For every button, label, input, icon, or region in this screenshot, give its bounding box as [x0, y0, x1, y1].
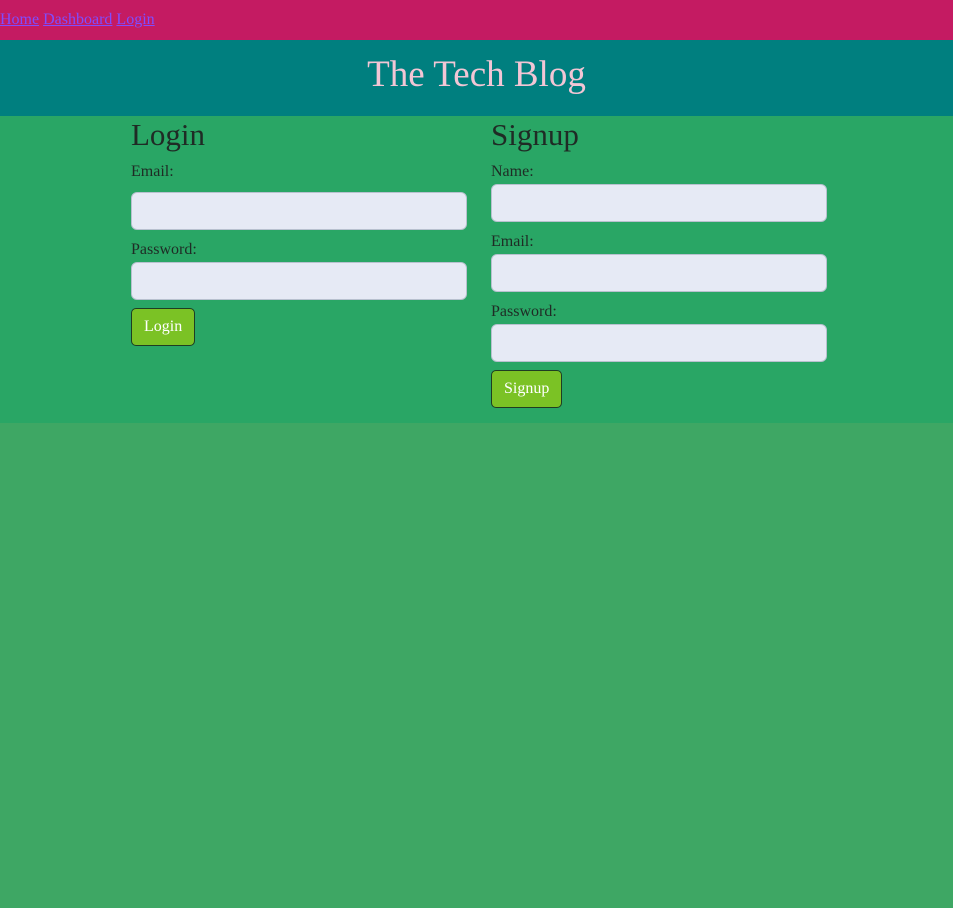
- nav-link-home[interactable]: Home: [0, 11, 39, 28]
- site-header: The Tech Blog: [0, 40, 953, 116]
- login-email-input[interactable]: [131, 192, 467, 230]
- signup-form-title: Signup: [491, 117, 579, 152]
- site-title: The Tech Blog: [367, 54, 586, 95]
- nav-link-login[interactable]: Login: [116, 11, 154, 28]
- top-nav: Home Dashboard Login: [0, 0, 953, 40]
- auth-section: Login Email: Password: Login Signup Name…: [0, 116, 953, 423]
- signup-name-label: Name:: [491, 163, 534, 180]
- login-password-label: Password:: [131, 241, 197, 258]
- login-form: Login Email: Password: Login: [131, 116, 467, 346]
- signup-email-label: Email:: [491, 233, 534, 250]
- login-button[interactable]: Login: [131, 308, 196, 346]
- signup-email-input[interactable]: [491, 254, 827, 292]
- signup-name-input[interactable]: [491, 184, 827, 222]
- nav-link-dashboard[interactable]: Dashboard: [43, 11, 112, 28]
- signup-password-input[interactable]: [491, 324, 827, 362]
- login-form-title: Login: [131, 117, 206, 152]
- login-email-label: Email:: [131, 163, 174, 180]
- signup-button[interactable]: Signup: [491, 370, 563, 408]
- signup-password-label: Password:: [491, 303, 557, 320]
- signup-form: Signup Name: Email: Password: Signup: [491, 116, 827, 408]
- login-password-input[interactable]: [131, 262, 467, 300]
